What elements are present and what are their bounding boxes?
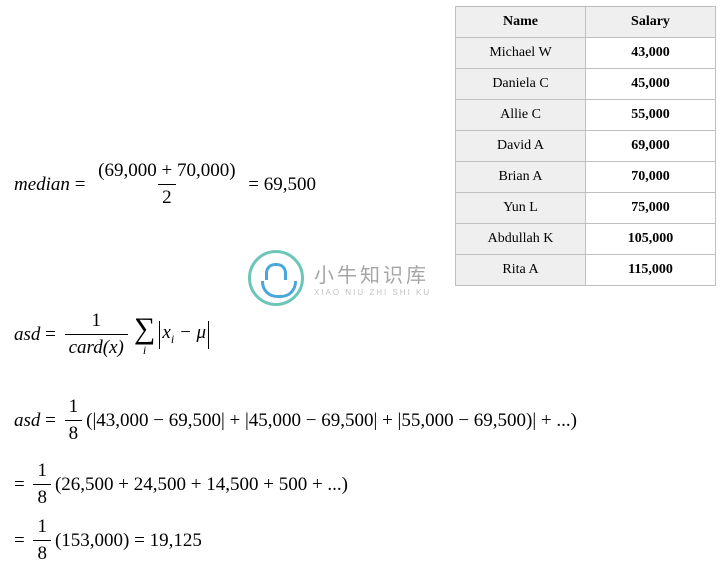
table-row: Rita A115,000 — [456, 255, 716, 286]
cell-name: Allie C — [456, 100, 586, 131]
cell-name: Daniela C — [456, 69, 586, 100]
watermark: 小牛知识库 XIAO NIU ZHI SHI KU — [248, 250, 431, 306]
cell-salary: 69,000 — [586, 131, 716, 162]
cell-salary: 105,000 — [586, 224, 716, 255]
asd-result-body: (153,000) = 19,125 — [55, 530, 202, 552]
cell-salary: 43,000 — [586, 38, 716, 69]
asd-lhs: asd — [14, 324, 40, 346]
median-result: 69,500 — [264, 174, 316, 196]
col-header-name: Name — [456, 7, 586, 38]
asd-expansion-body: (|43,000 − 69,500| + |45,000 − 69,500| +… — [86, 410, 577, 432]
cell-salary: 70,000 — [586, 162, 716, 193]
table-row: Daniela C45,000 — [456, 69, 716, 100]
median-lhs: median — [14, 174, 70, 196]
cell-name: Rita A — [456, 255, 586, 286]
asd-result: = 1 8 (153,000) = 19,125 — [14, 516, 202, 565]
table-header-row: Name Salary — [456, 7, 716, 38]
table-row: Abdullah K105,000 — [456, 224, 716, 255]
cell-salary: 115,000 — [586, 255, 716, 286]
cell-salary: 55,000 — [586, 100, 716, 131]
table-row: David A69,000 — [456, 131, 716, 162]
median-equation: median = (69,000 + 70,000) 2 = 69,500 — [14, 160, 316, 209]
cell-name: Michael W — [456, 38, 586, 69]
table-row: Yun L75,000 — [456, 193, 716, 224]
sigma-icon: ∑ i — [134, 314, 155, 356]
table-row: Allie C55,000 — [456, 100, 716, 131]
col-header-salary: Salary — [586, 7, 716, 38]
cell-name: David A — [456, 131, 586, 162]
asd-step2-body: (26,500 + 24,500 + 14,500 + 500 + ...) — [55, 474, 348, 496]
salary-table: Name Salary Michael W43,000Daniela C45,0… — [455, 6, 716, 286]
watermark-text-pinyin: XIAO NIU ZHI SHI KU — [314, 288, 431, 297]
table-row: Brian A70,000 — [456, 162, 716, 193]
cell-name: Brian A — [456, 162, 586, 193]
watermark-text-cn: 小牛知识库 — [314, 259, 431, 288]
asd-frac: 1 card(x) — [65, 310, 128, 359]
cell-name: Yun L — [456, 193, 586, 224]
cell-salary: 45,000 — [586, 69, 716, 100]
abs-term: xi − μ — [157, 321, 211, 349]
watermark-logo-icon — [248, 250, 304, 306]
asd-definition: asd = 1 card(x) ∑ i xi − μ — [14, 310, 211, 359]
cell-name: Abdullah K — [456, 224, 586, 255]
median-fraction: (69,000 + 70,000) 2 — [94, 160, 239, 209]
asd-expansion: asd = 1 8 (|43,000 − 69,500| + |45,000 −… — [14, 396, 577, 445]
table-row: Michael W43,000 — [456, 38, 716, 69]
asd-step2: = 1 8 (26,500 + 24,500 + 14,500 + 500 + … — [14, 460, 348, 509]
cell-salary: 75,000 — [586, 193, 716, 224]
